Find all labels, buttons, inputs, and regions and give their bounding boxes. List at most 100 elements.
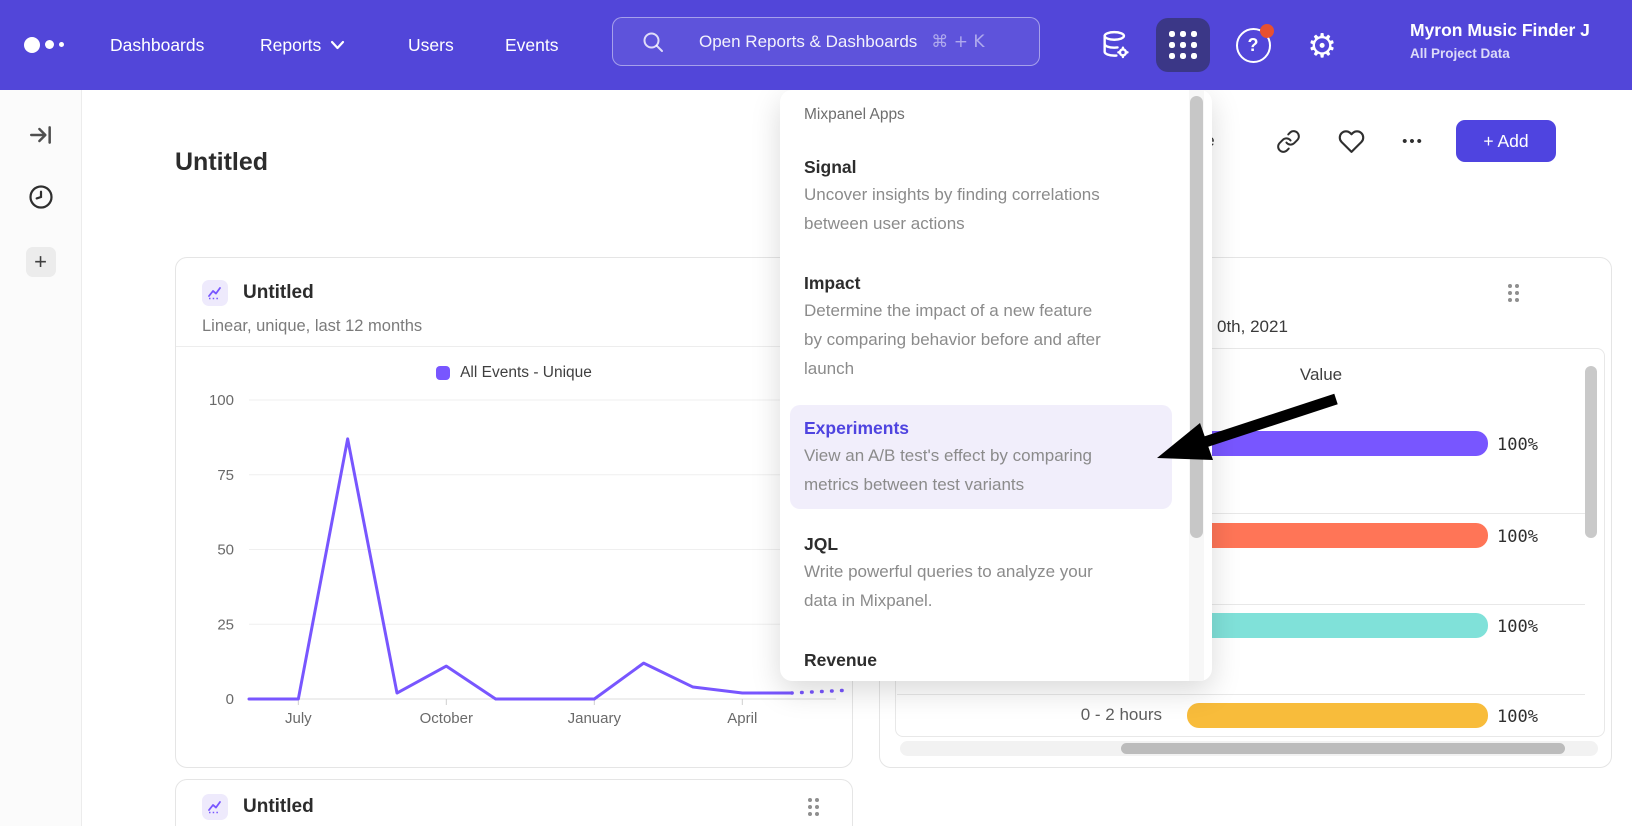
y-tick-label: 50 bbox=[217, 542, 234, 559]
line-chart-type-icon bbox=[202, 280, 228, 306]
x-tick-label: April bbox=[727, 710, 757, 727]
user-project: All Project Data bbox=[1410, 46, 1632, 61]
menu-item-signal[interactable]: Signal Uncover insights by finding corre… bbox=[790, 144, 1172, 248]
data-management-icon[interactable] bbox=[1088, 18, 1142, 72]
search-shortcut: ⌘ + K bbox=[931, 32, 984, 52]
row-separator bbox=[897, 694, 1585, 695]
menu-item-desc: View an A/B test's effect by comparing m… bbox=[804, 441, 1158, 499]
nav-users-label: Users bbox=[408, 35, 454, 56]
chart-subtitle: Linear, unique, last 12 months bbox=[202, 317, 422, 336]
apps-menu-header: Mixpanel Apps bbox=[804, 104, 1168, 126]
menu-item-title: Impact bbox=[804, 270, 1158, 296]
legend-swatch bbox=[436, 366, 450, 380]
y-tick-label: 0 bbox=[226, 691, 234, 708]
y-tick-label: 100 bbox=[209, 392, 234, 409]
value-bar bbox=[1187, 523, 1488, 548]
global-search-input[interactable]: Open Reports & Dashboards ⌘ + K bbox=[612, 17, 1040, 66]
search-placeholder: Open Reports & Dashboards bbox=[699, 32, 917, 52]
series-line-dotted-tail bbox=[792, 690, 851, 693]
search-icon bbox=[641, 30, 665, 54]
x-tick-label: January bbox=[568, 710, 622, 727]
collapse-sidebar-icon bbox=[28, 122, 54, 148]
card-drag-handle[interactable] bbox=[808, 798, 819, 816]
user-name: Myron Music Finder J bbox=[1410, 20, 1632, 41]
card-drag-handle[interactable] bbox=[1508, 284, 1519, 302]
ellipsis-icon: ••• bbox=[1402, 133, 1424, 150]
heart-icon bbox=[1338, 128, 1365, 155]
series-line bbox=[249, 439, 792, 699]
apps-grid-button[interactable] bbox=[1156, 18, 1210, 72]
value-column-header: Value bbox=[1281, 365, 1361, 385]
page-title: Untitled bbox=[175, 148, 268, 177]
menu-item-desc: Uncover insights by finding correlations… bbox=[804, 180, 1158, 238]
add-report-button[interactable]: + Add bbox=[1456, 120, 1556, 162]
bar-value-label: 100% bbox=[1497, 527, 1538, 547]
user-menu[interactable]: Myron Music Finder J All Project Data bbox=[1410, 20, 1632, 61]
value-bar bbox=[1187, 431, 1488, 456]
nav-users[interactable]: Users bbox=[408, 0, 454, 90]
left-sidebar: + bbox=[0, 90, 82, 826]
line-chart-type-icon bbox=[202, 794, 228, 820]
logo-dot-small bbox=[59, 42, 64, 47]
settings-gear-icon[interactable]: ⚙ bbox=[1295, 18, 1349, 72]
chevron-down-icon bbox=[330, 40, 345, 50]
menu-item-title: JQL bbox=[804, 531, 1158, 557]
legend-label: All Events - Unique bbox=[460, 364, 592, 382]
value-bar bbox=[1187, 703, 1488, 728]
mixpanel-app-window: Dashboards Reports Users Events Open Rep… bbox=[0, 0, 1632, 826]
nav-events[interactable]: Events bbox=[505, 0, 559, 90]
bar-value-label: 100% bbox=[1497, 707, 1538, 727]
card-divider bbox=[176, 346, 852, 347]
logo-dot-large bbox=[24, 37, 40, 53]
y-tick-label: 75 bbox=[217, 467, 234, 484]
bottom-chart-card: Untitled bbox=[175, 779, 853, 826]
collapse-sidebar-button[interactable] bbox=[24, 118, 58, 152]
nav-dashboards[interactable]: Dashboards bbox=[110, 0, 204, 90]
menu-item-desc: Determine the impact of a new feature by… bbox=[804, 296, 1158, 383]
mixpanel-apps-dropdown: Mixpanel Apps Signal Uncover insights by… bbox=[780, 90, 1212, 681]
table-horizontal-scrollbar[interactable] bbox=[1121, 743, 1565, 754]
menu-item-revenue[interactable]: Revenue bbox=[790, 637, 1172, 681]
chart-title: Untitled bbox=[243, 282, 314, 304]
menu-item-desc: Write powerful queries to analyze your d… bbox=[804, 557, 1158, 615]
recent-button[interactable] bbox=[24, 180, 58, 214]
bar-value-label: 100% bbox=[1497, 617, 1538, 637]
menu-item-title: Signal bbox=[804, 154, 1158, 180]
add-report-label: + Add bbox=[1483, 131, 1528, 152]
nav-events-label: Events bbox=[505, 35, 559, 56]
chart-legend: All Events - Unique bbox=[176, 364, 852, 382]
favorite-button[interactable] bbox=[1333, 120, 1369, 162]
recent-clock-icon bbox=[27, 183, 55, 211]
add-sidebar-button[interactable]: + bbox=[26, 247, 56, 277]
apps-grid-icon bbox=[1169, 31, 1197, 59]
x-tick-label: October bbox=[420, 710, 473, 727]
top-nav: Dashboards Reports Users Events Open Rep… bbox=[0, 0, 1632, 90]
nav-dashboards-label: Dashboards bbox=[110, 35, 204, 56]
chart-title: Untitled bbox=[243, 796, 314, 818]
logo-dot-medium bbox=[45, 40, 54, 49]
menu-item-title: Experiments bbox=[804, 415, 1158, 441]
menu-item-experiments[interactable]: Experiments View an A/B test's effect by… bbox=[790, 405, 1172, 509]
menu-item-title: Revenue bbox=[804, 647, 1158, 673]
help-button[interactable]: ? bbox=[1226, 18, 1280, 72]
add-icon: + bbox=[34, 249, 47, 275]
bar-value-label: 100% bbox=[1497, 435, 1538, 455]
y-tick-label: 25 bbox=[217, 616, 234, 633]
x-tick-label: July bbox=[285, 710, 312, 727]
menu-item-impact[interactable]: Impact Determine the impact of a new fea… bbox=[790, 260, 1172, 393]
apps-menu-content: Mixpanel Apps Signal Uncover insights by… bbox=[804, 104, 1168, 681]
date-range-fragment: 0th, 2021 bbox=[1217, 317, 1288, 337]
nav-reports-label: Reports bbox=[260, 35, 321, 56]
link-icon bbox=[1276, 129, 1301, 154]
more-options-button[interactable]: ••• bbox=[1393, 120, 1433, 162]
line-chart-card: Untitled Linear, unique, last 12 months … bbox=[175, 257, 853, 768]
row-label: 0 - 2 hours bbox=[996, 705, 1162, 725]
nav-reports[interactable]: Reports bbox=[260, 0, 345, 90]
table-vertical-scrollbar[interactable] bbox=[1585, 366, 1597, 538]
mixpanel-logo[interactable] bbox=[24, 36, 70, 54]
value-bar bbox=[1187, 613, 1488, 638]
copy-link-button[interactable] bbox=[1270, 120, 1306, 162]
menu-item-jql[interactable]: JQL Write powerful queries to analyze yo… bbox=[790, 521, 1172, 625]
notification-dot bbox=[1260, 24, 1274, 38]
dropdown-scrollbar[interactable] bbox=[1190, 96, 1203, 538]
